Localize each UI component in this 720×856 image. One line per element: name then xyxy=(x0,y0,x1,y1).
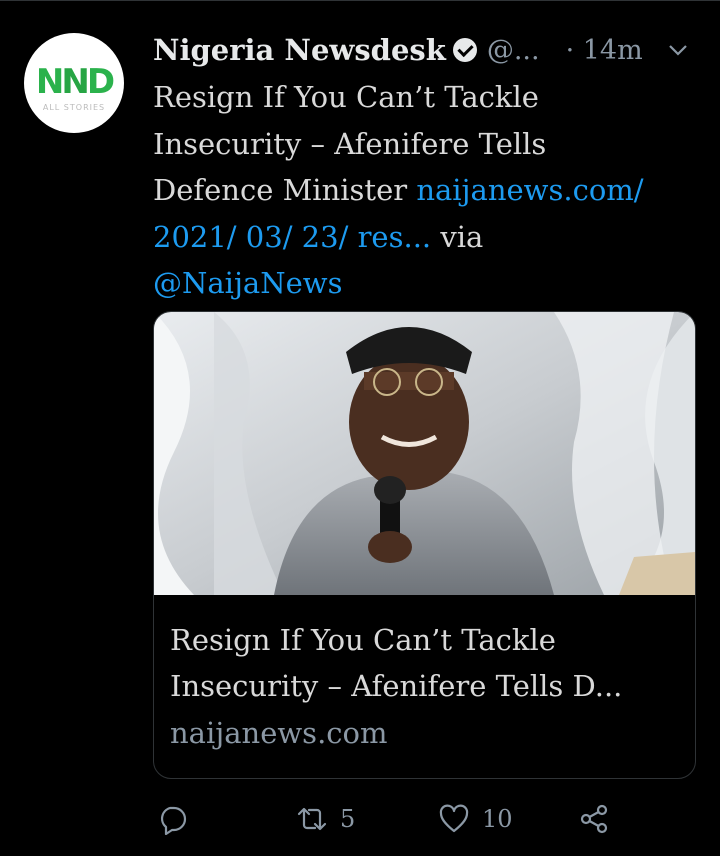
chevron-down-icon[interactable] xyxy=(666,38,690,62)
card-image xyxy=(154,312,695,595)
share-icon xyxy=(580,804,608,834)
tweet-actions: 5 10 xyxy=(150,795,710,843)
tweet-link[interactable]: naijanews.com/ xyxy=(416,173,643,207)
like-button[interactable]: 10 xyxy=(438,795,513,843)
mention-link[interactable]: @NaijaNews xyxy=(153,266,342,300)
reply-icon xyxy=(161,806,187,835)
retweet-button[interactable]: 5 xyxy=(296,795,355,843)
card-title: Resign If You Can’t Tackle Insecurity – … xyxy=(170,617,690,709)
card-domain: naijanews.com xyxy=(170,716,388,750)
avatar[interactable]: NND ALL STORIES xyxy=(24,33,124,133)
link-card[interactable]: Resign If You Can’t Tackle Insecurity – … xyxy=(153,311,696,779)
tweet-text-line: Insecurity – Afenifere Tells xyxy=(153,126,547,161)
like-count: 10 xyxy=(482,805,513,833)
display-name[interactable]: Nigeria Newsdesk xyxy=(153,33,446,67)
retweet-count: 5 xyxy=(340,805,356,833)
tweet-text: Resign If You Can’t Tackle Insecurity – … xyxy=(153,74,698,307)
user-handle[interactable]: @... xyxy=(487,35,540,66)
card-title-line: Insecurity – Afenifere Tells D... xyxy=(170,669,623,703)
top-divider xyxy=(0,0,720,1)
avatar-logo: NND xyxy=(35,62,115,102)
via-text: via xyxy=(431,219,484,254)
card-title-line: Resign If You Can’t Tackle xyxy=(170,623,556,657)
reply-button[interactable] xyxy=(156,795,188,843)
like-icon xyxy=(439,804,469,833)
tweet-text-line: Defence Minister xyxy=(153,173,417,207)
tweet-text-line: Resign If You Can’t Tackle xyxy=(153,80,539,114)
tweet-link-continued[interactable]: 2021/ 03/ 23/ res... xyxy=(153,220,431,254)
avatar-logo-sub: ALL STORIES xyxy=(42,103,106,112)
verified-badge-icon xyxy=(452,38,477,62)
share-button[interactable] xyxy=(578,795,610,843)
timestamp[interactable]: · 14m xyxy=(566,35,643,66)
retweet-icon xyxy=(297,807,327,831)
tweet-header: Nigeria Newsdesk @... · 14m xyxy=(153,28,643,72)
